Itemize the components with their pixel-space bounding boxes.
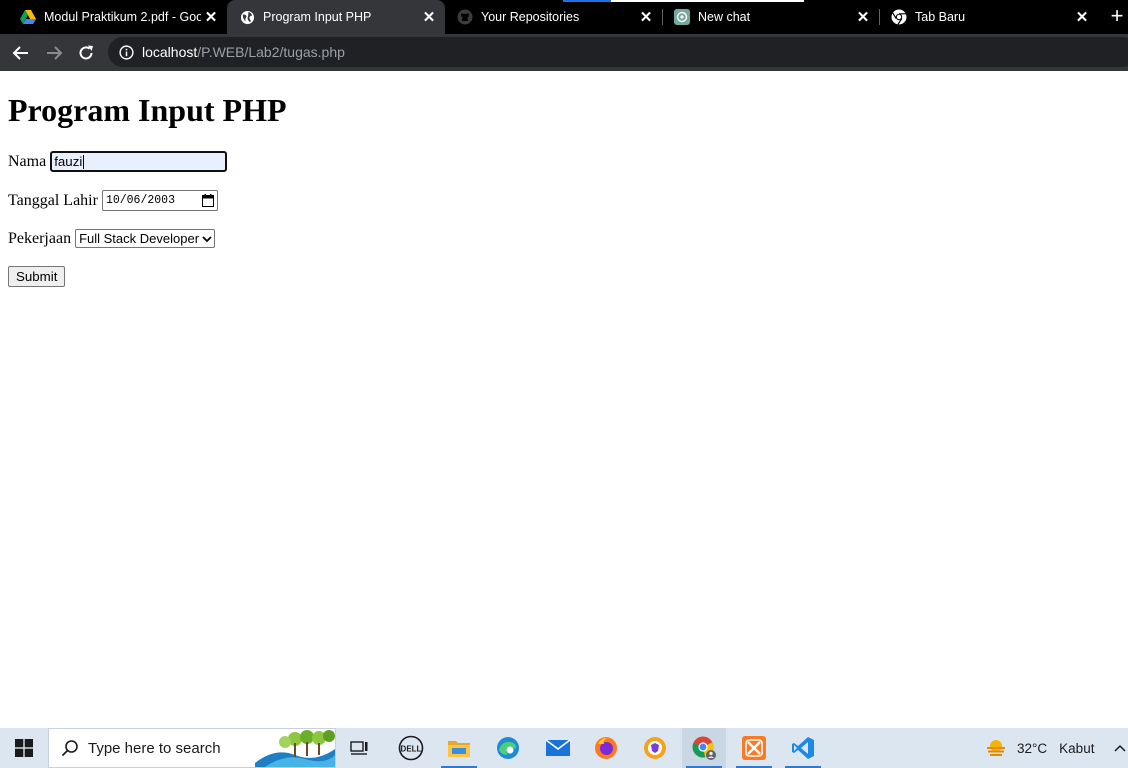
weather-condition: Kabut [1059,740,1095,756]
calendar-icon[interactable] [201,194,214,207]
mail-icon[interactable] [536,728,580,768]
xampp-icon[interactable] [732,728,776,768]
task-view-icon[interactable] [338,728,382,768]
text-caret [83,154,85,169]
reload-icon [79,45,93,60]
submit-button[interactable]: Submit [8,266,66,287]
search-placeholder: Type here to search [88,739,221,757]
svg-text:DELL: DELL [401,745,422,754]
file-explorer-icon[interactable] [437,728,481,768]
tab-title: Your Repositories [481,10,580,24]
chevron-down-icon [202,234,212,244]
pekerjaan-label: Pekerjaan [8,229,72,247]
tab-tab-baru[interactable]: Tab Baru ✕ [880,0,1098,34]
start-button[interactable] [0,728,48,768]
tab-your-repositories[interactable]: Your Repositories ✕ [445,0,662,34]
arrow-left-icon [12,46,28,60]
tab-new-chat[interactable]: New chat ✕ [663,0,879,34]
pekerjaan-selected: Full Stack Developer [79,231,200,246]
taskbar-search[interactable]: Type here to search [48,728,336,768]
arrow-right-icon [47,46,63,60]
tab-title: Tab Baru [915,10,966,24]
tab-title: Program Input PHP [263,10,372,24]
search-highlight-art [255,729,335,767]
weather-temperature: 32°C [1017,740,1048,756]
firefox-icon[interactable] [584,728,628,768]
nama-value: fauzi [54,154,83,169]
forward-button[interactable] [41,40,67,66]
tanggal-lahir-row: Tanggal Lahir 10/06/2003 [8,190,218,211]
page-content: Program Input PHP Nama fauzi Tanggal Lah… [0,71,1128,728]
nama-row: Nama fauzi [8,151,228,172]
haze-icon [987,740,1005,756]
search-icon [61,740,78,757]
windows-icon [15,739,33,757]
reload-button[interactable] [73,40,99,66]
chatgpt-icon [674,9,690,25]
tanggal-lahir-input[interactable]: 10/06/2003 [101,190,218,211]
chrome-icon[interactable] [682,728,726,768]
tanggal-lahir-value: 10/06/2003 [105,194,175,207]
chrome-icon [891,9,907,25]
submit-row: Submit [8,266,66,287]
close-icon[interactable]: ✕ [636,7,656,27]
url-text: localhost/P.WEB/Lab2/tugas.php [142,44,345,60]
github-icon [457,9,473,25]
tab-title: Modul Praktikum 2.pdf - Goo [44,10,201,24]
url-host: localhost [142,44,198,60]
info-icon[interactable] [118,44,134,60]
close-icon[interactable]: ✕ [853,7,873,27]
close-icon[interactable]: ✕ [419,7,439,27]
brave-icon[interactable] [633,728,677,768]
tab-strip: Modul Praktikum 2.pdf - Goo ✕ Program In… [0,0,1128,34]
page-title: Program Input PHP [8,92,287,128]
browser-toolbar: localhost/P.WEB/Lab2/tugas.php [0,34,1128,71]
address-bar[interactable]: localhost/P.WEB/Lab2/tugas.php [108,37,1128,67]
taskbar: Type here to search DELL 32°C Kabut [0,728,1128,768]
tanggal-lahir-label: Tanggal Lahir [8,191,98,209]
close-icon[interactable]: ✕ [1072,7,1092,27]
pekerjaan-select[interactable]: Full Stack Developer [75,229,216,248]
tab-modul-praktikum[interactable]: Modul Praktikum 2.pdf - Goo ✕ [0,0,227,34]
pekerjaan-row: Pekerjaan Full Stack Developer [8,229,216,248]
google-drive-icon [20,9,36,25]
back-button[interactable] [8,40,34,66]
weather-widget[interactable]: 32°C Kabut [985,728,1094,768]
dell-icon[interactable]: DELL [389,728,433,768]
chevron-up-icon[interactable] [1112,740,1128,756]
url-path: /P.WEB/Lab2/tugas.php [197,44,345,60]
new-tab-button[interactable]: + [1106,5,1128,28]
globe-icon [239,9,255,25]
edge-icon[interactable] [486,728,530,768]
nama-label: Nama [8,152,47,170]
nama-input[interactable]: fauzi [50,151,228,172]
tab-program-input-php[interactable]: Program Input PHP ✕ [227,0,445,34]
tab-title: New chat [698,10,751,24]
close-icon[interactable]: ✕ [201,7,221,27]
vscode-icon[interactable] [781,728,825,768]
